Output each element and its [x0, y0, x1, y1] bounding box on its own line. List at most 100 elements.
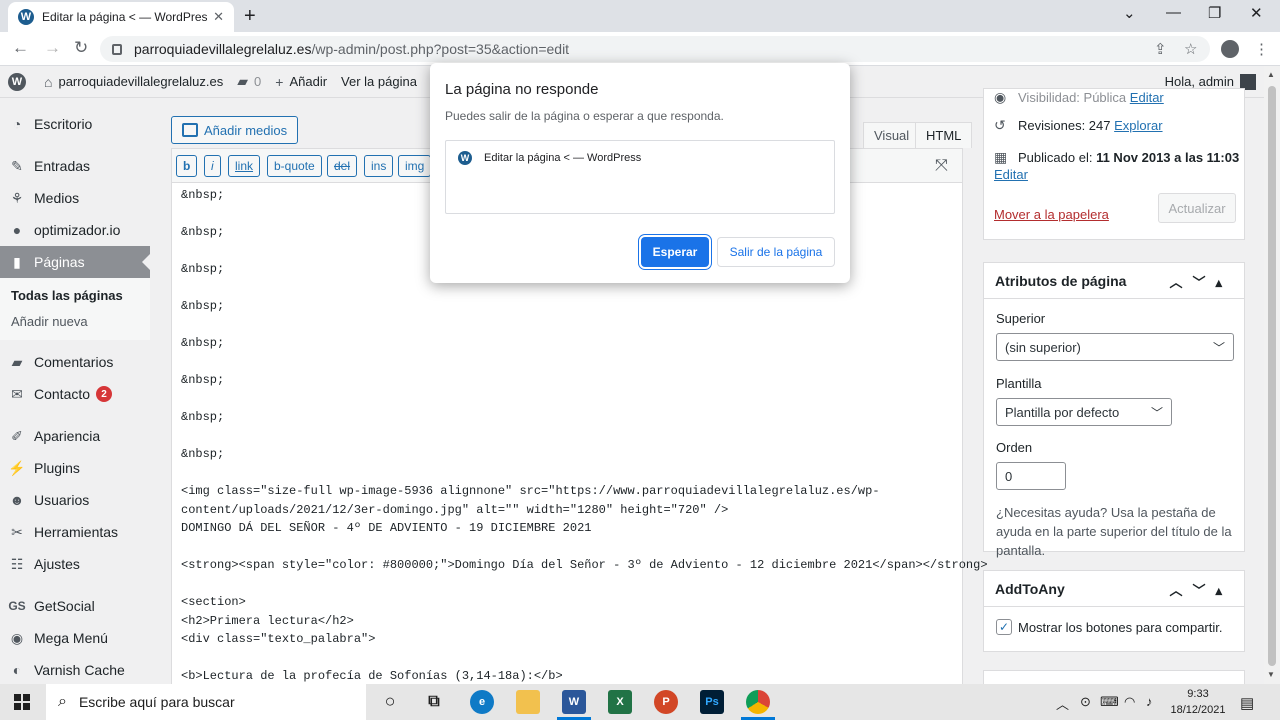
del-button[interactable]: del — [327, 155, 358, 177]
cortana-icon[interactable]: ○ — [378, 689, 402, 713]
task-view-icon[interactable]: ⧉ — [422, 690, 446, 714]
sidebar-item-contacto[interactable]: ✉ Contacto 2 — [0, 378, 150, 410]
box-controls[interactable]: ︿﹀▴ — [1169, 580, 1232, 599]
addtoany-box: AddToAny ︿﹀▴ ✓ Mostrar los botones para … — [983, 570, 1245, 652]
code-line: <b>Lectura de la profecía de Sofonías (3… — [181, 669, 563, 683]
site-name-link[interactable]: ⌂ parroquiadevillalegrelaluz.es — [44, 74, 223, 90]
published-edit-link[interactable]: Editar — [994, 167, 1028, 182]
sidebar-item-paginas[interactable]: ▮ Páginas — [0, 246, 150, 278]
scroll-down-icon[interactable]: ▼ — [1267, 670, 1275, 679]
url-path: /wp-admin/post.php?post=35&action=edit — [311, 41, 570, 57]
menu-dots-icon[interactable]: ⋮ — [1254, 40, 1269, 58]
close-tab-icon[interactable]: ✕ — [213, 9, 224, 25]
tab-visual[interactable]: Visual — [863, 122, 921, 148]
lock-icon[interactable] — [112, 43, 122, 55]
sidebar-item-optimizador[interactable]: ● optimizador.io — [0, 214, 150, 246]
photoshop-icon[interactable]: Ps — [700, 690, 724, 714]
volume-icon[interactable]: ♪ — [1146, 694, 1153, 709]
file-explorer-icon[interactable] — [516, 690, 540, 714]
chrome-icon[interactable] — [746, 690, 770, 714]
addtoany-title: AddToAny — [995, 580, 1065, 597]
windows-start-icon[interactable] — [14, 694, 30, 710]
windows-taskbar: ⌕ Escribe aquí para buscar ○ ⧉ e W X P P… — [0, 684, 1280, 720]
sidebar-item-plugins[interactable]: ⚡ Plugins — [0, 452, 150, 484]
page-scrollbar[interactable]: ▲ ▼ — [1264, 66, 1280, 684]
view-page-link[interactable]: Ver la página — [341, 74, 417, 89]
order-input[interactable]: 0 — [996, 462, 1066, 490]
sidebar-item-medios[interactable]: ⚘ Medios — [0, 182, 150, 214]
sidebar-item-getsocial[interactable]: GS GetSocial — [0, 590, 150, 622]
update-button[interactable]: Actualizar — [1158, 193, 1236, 223]
scrollbar-thumb[interactable] — [1268, 86, 1276, 666]
sidebar-item-comentarios[interactable]: ▰ Comentarios — [0, 346, 150, 378]
browser-tab[interactable]: W Editar la página < — WordPress ✕ — [8, 2, 234, 32]
profile-avatar[interactable] — [1221, 40, 1239, 58]
forward-icon[interactable]: → — [44, 38, 61, 58]
box-controls[interactable]: ︿﹀▴ — [1169, 272, 1232, 291]
add-new-link[interactable]: + Añadir — [275, 74, 327, 90]
reload-icon[interactable]: ↻ — [74, 38, 88, 58]
sidebar-item-varnish-cache[interactable]: ◐ Varnish Cache — [0, 654, 150, 686]
tab-html[interactable]: HTML — [915, 122, 973, 148]
parent-select[interactable]: (sin superior) ﹀ — [996, 333, 1234, 361]
close-window-icon[interactable]: ✕ — [1250, 4, 1263, 22]
scroll-up-icon[interactable]: ▲ — [1267, 70, 1275, 79]
taskbar-search[interactable]: ⌕ Escribe aquí para buscar — [46, 684, 366, 720]
template-select[interactable]: Plantilla por defecto ﹀ — [996, 398, 1172, 426]
excel-icon[interactable]: X — [608, 690, 632, 714]
sidebar-item-entradas[interactable]: ✎ Entradas — [0, 150, 150, 182]
addtoany-header[interactable]: AddToAny ︿﹀▴ — [984, 571, 1244, 607]
blockquote-button[interactable]: b-quote — [267, 155, 322, 177]
sidebar-item-apariencia[interactable]: ✐ Apariencia — [0, 420, 150, 452]
wifi-icon[interactable]: ◠ — [1124, 694, 1135, 710]
url-field[interactable]: parroquiadevillalegrelaluz.es /wp-admin/… — [100, 36, 1210, 62]
fullscreen-icon[interactable]: ⤧ — [935, 157, 948, 175]
notifications-icon[interactable]: ▤ — [1240, 694, 1254, 712]
tray-chevron-icon[interactable]: ︿ — [1056, 694, 1069, 713]
visibility-edit-link[interactable]: Editar — [1130, 90, 1164, 105]
sidebar-item-ajustes[interactable]: ☷ Ajustes — [0, 548, 150, 580]
new-tab-icon[interactable]: + — [244, 5, 256, 28]
language-icon[interactable]: ⌨ — [1100, 694, 1119, 710]
submenu-todas-las-paginas[interactable]: Todas las páginas — [0, 282, 150, 308]
add-media-button[interactable]: Añadir medios — [171, 116, 299, 144]
sidebar-item-mega-menu[interactable]: ◉ Mega Menú — [0, 622, 150, 654]
tab-search-chevron-icon[interactable]: ⌄ — [1123, 4, 1136, 22]
powerpoint-icon[interactable]: P — [654, 690, 678, 714]
img-button[interactable]: img — [398, 155, 432, 177]
share-icon[interactable]: ⇪ — [1154, 40, 1167, 58]
taskbar-clock[interactable]: 9:33 18/12/2021 — [1170, 686, 1226, 718]
ins-button[interactable]: ins — [364, 155, 394, 177]
sidebar-item-usuarios[interactable]: ☻ Usuarios — [0, 484, 150, 516]
edge-icon[interactable]: e — [470, 690, 494, 714]
sidebar-item-label: Escritorio — [34, 116, 93, 132]
italic-button[interactable]: i — [204, 155, 221, 177]
page-attributes-box: Atributos de página ︿﹀▴ Superior (sin su… — [983, 262, 1245, 558]
sidebar-item-label: Entradas — [34, 158, 91, 174]
wait-button[interactable]: Esperar — [641, 237, 709, 267]
word-icon[interactable]: W — [562, 690, 586, 714]
bookmark-star-icon[interactable]: ☆ — [1184, 40, 1197, 58]
trash-row: Mover a la papelera — [994, 207, 1109, 222]
bold-button[interactable]: b — [176, 155, 198, 177]
move-to-trash-link[interactable]: Mover a la papelera — [994, 207, 1109, 222]
minimize-icon[interactable]: — — [1166, 4, 1181, 21]
checkmark-icon[interactable]: ✓ — [996, 619, 1012, 635]
page-attributes-header[interactable]: Atributos de página ︿﹀▴ — [984, 263, 1244, 299]
network-status-icon[interactable]: ⊙ — [1080, 694, 1091, 710]
back-icon[interactable]: ← — [12, 38, 29, 58]
sidebar-item-herramientas[interactable]: ✂ Herramientas — [0, 516, 150, 548]
dialog-message: Puedes salir de la página o esperar a qu… — [445, 109, 724, 123]
share-buttons-option[interactable]: ✓ Mostrar los botones para compartir. — [996, 619, 1222, 635]
sidebar-item-escritorio[interactable]: ◔ Escritorio — [0, 108, 150, 140]
comments-link[interactable]: ▰ 0 — [237, 73, 261, 90]
revisions-explore-link[interactable]: Explorar — [1114, 118, 1162, 133]
maximize-icon[interactable]: ❐ — [1208, 4, 1221, 22]
share-buttons-label: Mostrar los botones para compartir. — [1018, 619, 1223, 635]
link-button[interactable]: link — [228, 155, 261, 177]
leave-page-button[interactable]: Salir de la página — [717, 237, 835, 267]
submenu-anadir-nueva[interactable]: Añadir nueva — [0, 308, 150, 334]
wordpress-logo-icon[interactable]: W — [8, 72, 26, 91]
